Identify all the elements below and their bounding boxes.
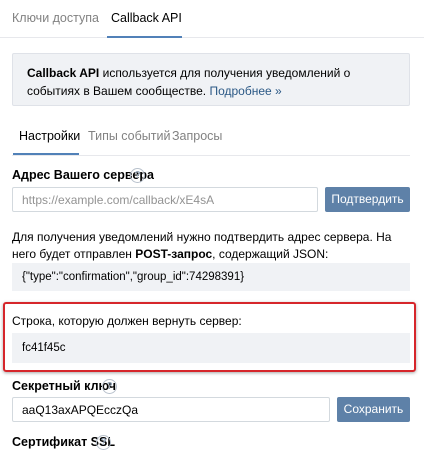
- sub-tabs: Настройки Типы событий Запросы: [0, 120, 424, 156]
- help-icon[interactable]: ?: [130, 168, 145, 183]
- tab-callback-api[interactable]: Callback API: [111, 11, 182, 25]
- info-box: Callback API используется для получения …: [12, 53, 410, 106]
- json-payload: {"type":"confirmation","group_id":742983…: [12, 263, 410, 291]
- description-suffix: , содержащий JSON:: [212, 247, 329, 261]
- more-link[interactable]: Подробнее »: [209, 84, 281, 98]
- divider: [12, 155, 410, 156]
- help-icon[interactable]: ?: [102, 379, 117, 394]
- tab-settings[interactable]: Настройки: [19, 129, 80, 143]
- description-post-request: POST-запрос: [135, 247, 213, 261]
- active-tab-indicator: [107, 36, 182, 38]
- save-button[interactable]: Сохранить: [337, 397, 410, 422]
- help-icon[interactable]: ?: [96, 435, 111, 450]
- highlight-frame: [3, 302, 416, 372]
- secret-key-input[interactable]: [12, 397, 330, 422]
- tab-access-keys[interactable]: Ключи доступа: [12, 11, 99, 25]
- tab-event-types[interactable]: Типы событий: [88, 129, 170, 143]
- secret-key-label: Секретный ключ: [12, 379, 116, 393]
- tab-requests[interactable]: Запросы: [172, 129, 222, 143]
- top-tabs: Ключи доступа Callback API: [0, 0, 424, 38]
- confirmation-description: Для получения уведомлений нужно подтверд…: [12, 229, 412, 263]
- info-title: Callback API: [27, 66, 100, 80]
- server-url-input[interactable]: [12, 187, 318, 212]
- confirm-button[interactable]: Подтвердить: [325, 187, 410, 212]
